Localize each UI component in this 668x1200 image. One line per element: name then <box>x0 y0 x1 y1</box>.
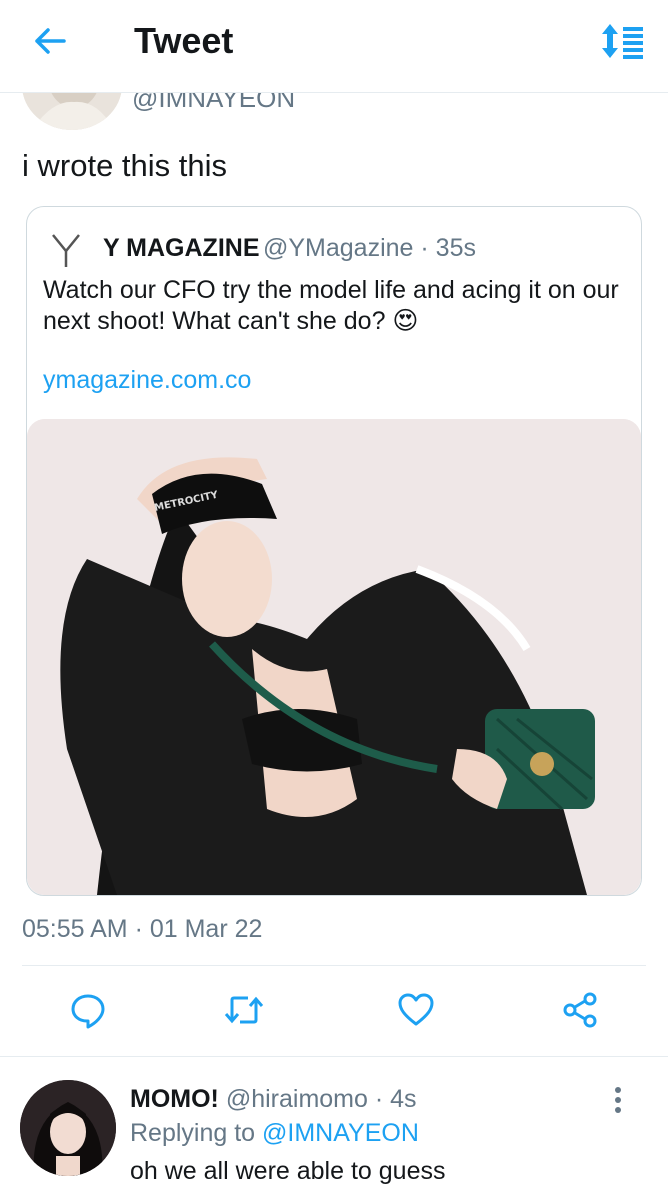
quoted-tweet[interactable]: Y MAGAZINE @YMagazine · 35s Watch our CF… <box>26 206 642 896</box>
divider <box>0 1056 668 1057</box>
replying-to-label: Replying to <box>130 1119 256 1147</box>
back-button[interactable] <box>22 18 78 64</box>
quoted-author-handle-time: @YMagazine · 35s <box>263 234 476 262</box>
page-title: Tweet <box>134 20 234 61</box>
quoted-tweet-text: Watch our CFO try the model life and aci… <box>43 276 619 335</box>
reply-author-avatar[interactable] <box>20 1080 116 1176</box>
reply-author-line: MOMO! @hiraimomo · 4s <box>130 1084 417 1114</box>
divider <box>22 965 646 966</box>
reply-button[interactable] <box>58 980 118 1040</box>
reply-icon <box>71 994 105 1029</box>
share-icon <box>563 992 597 1028</box>
share-button[interactable] <box>550 980 610 1040</box>
like-button[interactable] <box>386 980 446 1040</box>
retweet-button[interactable] <box>214 980 274 1040</box>
reply-author-name[interactable]: MOMO! <box>130 1085 219 1113</box>
more-options-button[interactable] <box>600 1080 636 1120</box>
sort-icon <box>602 24 643 59</box>
heart-icon <box>398 993 434 1026</box>
y-magazine-logo[interactable] <box>49 231 83 271</box>
back-arrow-icon <box>35 28 66 54</box>
quoted-tweet-link[interactable]: ymagazine.com.co <box>43 365 251 395</box>
more-vertical-icon <box>615 1087 621 1113</box>
quoted-author-name[interactable]: Y MAGAZINE <box>103 233 260 263</box>
top-app-bar: Tweet <box>0 0 668 93</box>
quoted-tweet-photo[interactable]: METROCITY <box>27 419 641 895</box>
replying-to-mention[interactable]: @IMNAYEON <box>262 1119 419 1147</box>
reply-author-handle-time: @hiraimomo · 4s <box>225 1085 417 1113</box>
reply-text: oh we all were able to guess <box>130 1157 446 1185</box>
tweet-text: i wrote this this <box>22 148 228 183</box>
replying-to: Replying to @IMNAYEON <box>130 1118 419 1148</box>
tweet-timestamp: 05:55 AM · 01 Mar 22 <box>22 915 263 943</box>
sort-button[interactable] <box>594 18 650 64</box>
retweet-icon <box>224 996 264 1024</box>
